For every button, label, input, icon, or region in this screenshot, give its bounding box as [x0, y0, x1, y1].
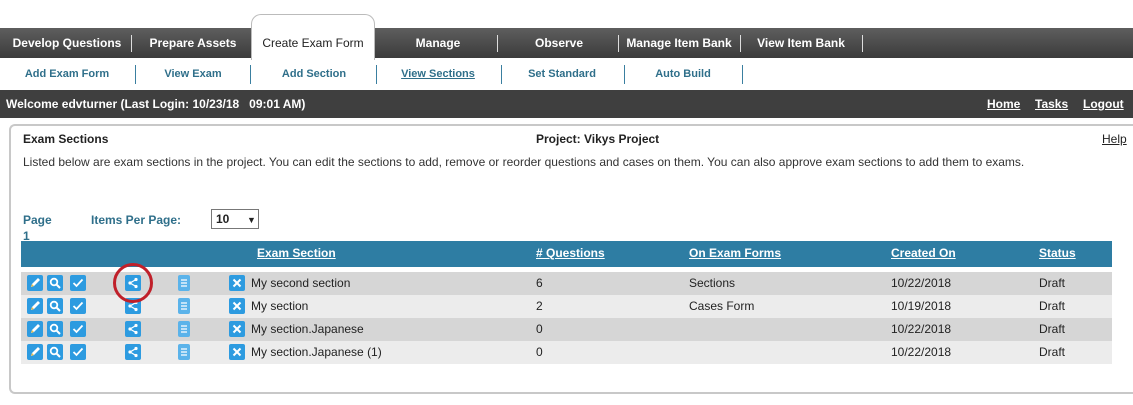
- subnav-auto-build[interactable]: Auto Build: [630, 58, 736, 90]
- tab-prepare-assets[interactable]: Prepare Assets: [140, 28, 246, 58]
- column-header-created-on[interactable]: Created On: [891, 246, 956, 260]
- logout-link[interactable]: Logout: [1083, 97, 1124, 111]
- subnav-divider: [501, 65, 502, 84]
- exam-forms: Sections: [689, 276, 736, 290]
- column-header-questions[interactable]: # Questions: [536, 246, 605, 260]
- table-header: Exam Section # Questions On Exam Forms C…: [21, 241, 1112, 267]
- column-header-on-exam-forms[interactable]: On Exam Forms: [689, 246, 781, 260]
- created-date: 10/22/2018: [891, 276, 952, 290]
- tab-manage-item-bank[interactable]: Manage Item Bank: [622, 28, 736, 58]
- tab-develop-questions[interactable]: Develop Questions: [6, 28, 128, 58]
- share-icon[interactable]: [125, 275, 141, 291]
- tab-manage[interactable]: Manage: [383, 28, 493, 58]
- tab-divider: [740, 35, 741, 52]
- welcome-bar: Welcome edvturner (Last Login: 10/23/18 …: [0, 90, 1133, 118]
- view-icon[interactable]: [47, 298, 63, 314]
- share-icon[interactable]: [125, 344, 141, 360]
- edit-icon[interactable]: [27, 344, 43, 360]
- section-name[interactable]: My second section: [251, 276, 350, 290]
- delete-icon[interactable]: [229, 321, 245, 337]
- delete-icon[interactable]: [229, 298, 245, 314]
- project-name: Project: Vikys Project: [536, 132, 660, 146]
- created-date: 10/22/2018: [891, 345, 952, 359]
- tab-divider: [862, 35, 863, 52]
- approve-icon[interactable]: [70, 344, 86, 360]
- home-link[interactable]: Home: [987, 97, 1020, 111]
- tasks-link[interactable]: Tasks: [1035, 97, 1068, 111]
- document-icon[interactable]: [176, 275, 192, 291]
- approve-icon[interactable]: [70, 298, 86, 314]
- question-count: 6: [536, 276, 543, 290]
- edit-icon[interactable]: [27, 298, 43, 314]
- question-count: 2: [536, 299, 543, 313]
- status-text: Draft: [1039, 299, 1066, 313]
- status-text: Draft: [1039, 322, 1066, 336]
- view-icon[interactable]: [47, 344, 63, 360]
- status-text: Draft: [1039, 345, 1066, 359]
- section-name[interactable]: My section.Japanese: [251, 322, 364, 336]
- page-indicator[interactable]: Page 1: [23, 212, 52, 244]
- approve-icon[interactable]: [70, 275, 86, 291]
- subnav-divider: [135, 65, 136, 84]
- delete-icon[interactable]: [229, 275, 245, 291]
- status-text: Draft: [1039, 276, 1066, 290]
- top-navigation: Develop Questions Prepare Assets Create …: [0, 0, 1133, 60]
- table-row: My section 2 Cases Form 10/19/2018 Draft: [21, 295, 1112, 318]
- items-per-page-label: Items Per Page:: [91, 213, 182, 227]
- tab-observe[interactable]: Observe: [503, 28, 615, 58]
- question-count: 0: [536, 322, 543, 336]
- items-per-page-select[interactable]: 10: [211, 209, 259, 229]
- share-icon[interactable]: [125, 321, 141, 337]
- subnav-set-standard[interactable]: Set Standard: [506, 58, 618, 90]
- table-row: My section.Japanese (1) 0 10/22/2018 Dra…: [21, 341, 1112, 364]
- view-icon[interactable]: [47, 321, 63, 337]
- subnav-add-section[interactable]: Add Section: [258, 58, 370, 90]
- section-name[interactable]: My section: [251, 299, 308, 313]
- tab-create-exam-form[interactable]: Create Exam Form: [251, 14, 375, 60]
- edit-icon[interactable]: [27, 321, 43, 337]
- table-row: My second section 6 Sections 10/22/2018 …: [21, 272, 1112, 295]
- tab-divider: [131, 35, 132, 52]
- subnav-view-sections[interactable]: View Sections: [382, 58, 494, 90]
- tab-view-item-bank[interactable]: View Item Bank: [746, 28, 856, 58]
- subnav-divider: [250, 65, 251, 84]
- document-icon[interactable]: [176, 344, 192, 360]
- edit-icon[interactable]: [27, 275, 43, 291]
- tab-divider: [618, 35, 619, 52]
- document-icon[interactable]: [176, 298, 192, 314]
- delete-icon[interactable]: [229, 344, 245, 360]
- approve-icon[interactable]: [70, 321, 86, 337]
- subnav-view-exam[interactable]: View Exam: [142, 58, 244, 90]
- panel-title: Exam Sections: [23, 132, 109, 146]
- document-icon[interactable]: [176, 321, 192, 337]
- view-icon[interactable]: [47, 275, 63, 291]
- welcome-message: Welcome edvturner (Last Login: 10/23/18 …: [6, 97, 306, 111]
- question-count: 0: [536, 345, 543, 359]
- created-date: 10/19/2018: [891, 299, 952, 313]
- sub-navigation: Add Exam Form View Exam Add Section View…: [0, 58, 1133, 90]
- exam-forms: Cases Form: [689, 299, 755, 313]
- section-name[interactable]: My section.Japanese (1): [251, 345, 382, 359]
- created-date: 10/22/2018: [891, 322, 952, 336]
- column-header-status[interactable]: Status: [1039, 246, 1076, 260]
- subnav-add-exam-form[interactable]: Add Exam Form: [8, 58, 126, 90]
- column-header-exam-section[interactable]: Exam Section: [257, 246, 336, 260]
- table-row: My section.Japanese 0 10/22/2018 Draft: [21, 318, 1112, 341]
- panel-description: Listed below are exam sections in the pr…: [23, 155, 1025, 169]
- tab-divider: [497, 35, 498, 52]
- share-icon[interactable]: [125, 298, 141, 314]
- subnav-divider: [624, 65, 625, 84]
- subnav-divider: [376, 65, 377, 84]
- subnav-divider: [742, 65, 743, 84]
- help-link[interactable]: Help: [1102, 132, 1127, 146]
